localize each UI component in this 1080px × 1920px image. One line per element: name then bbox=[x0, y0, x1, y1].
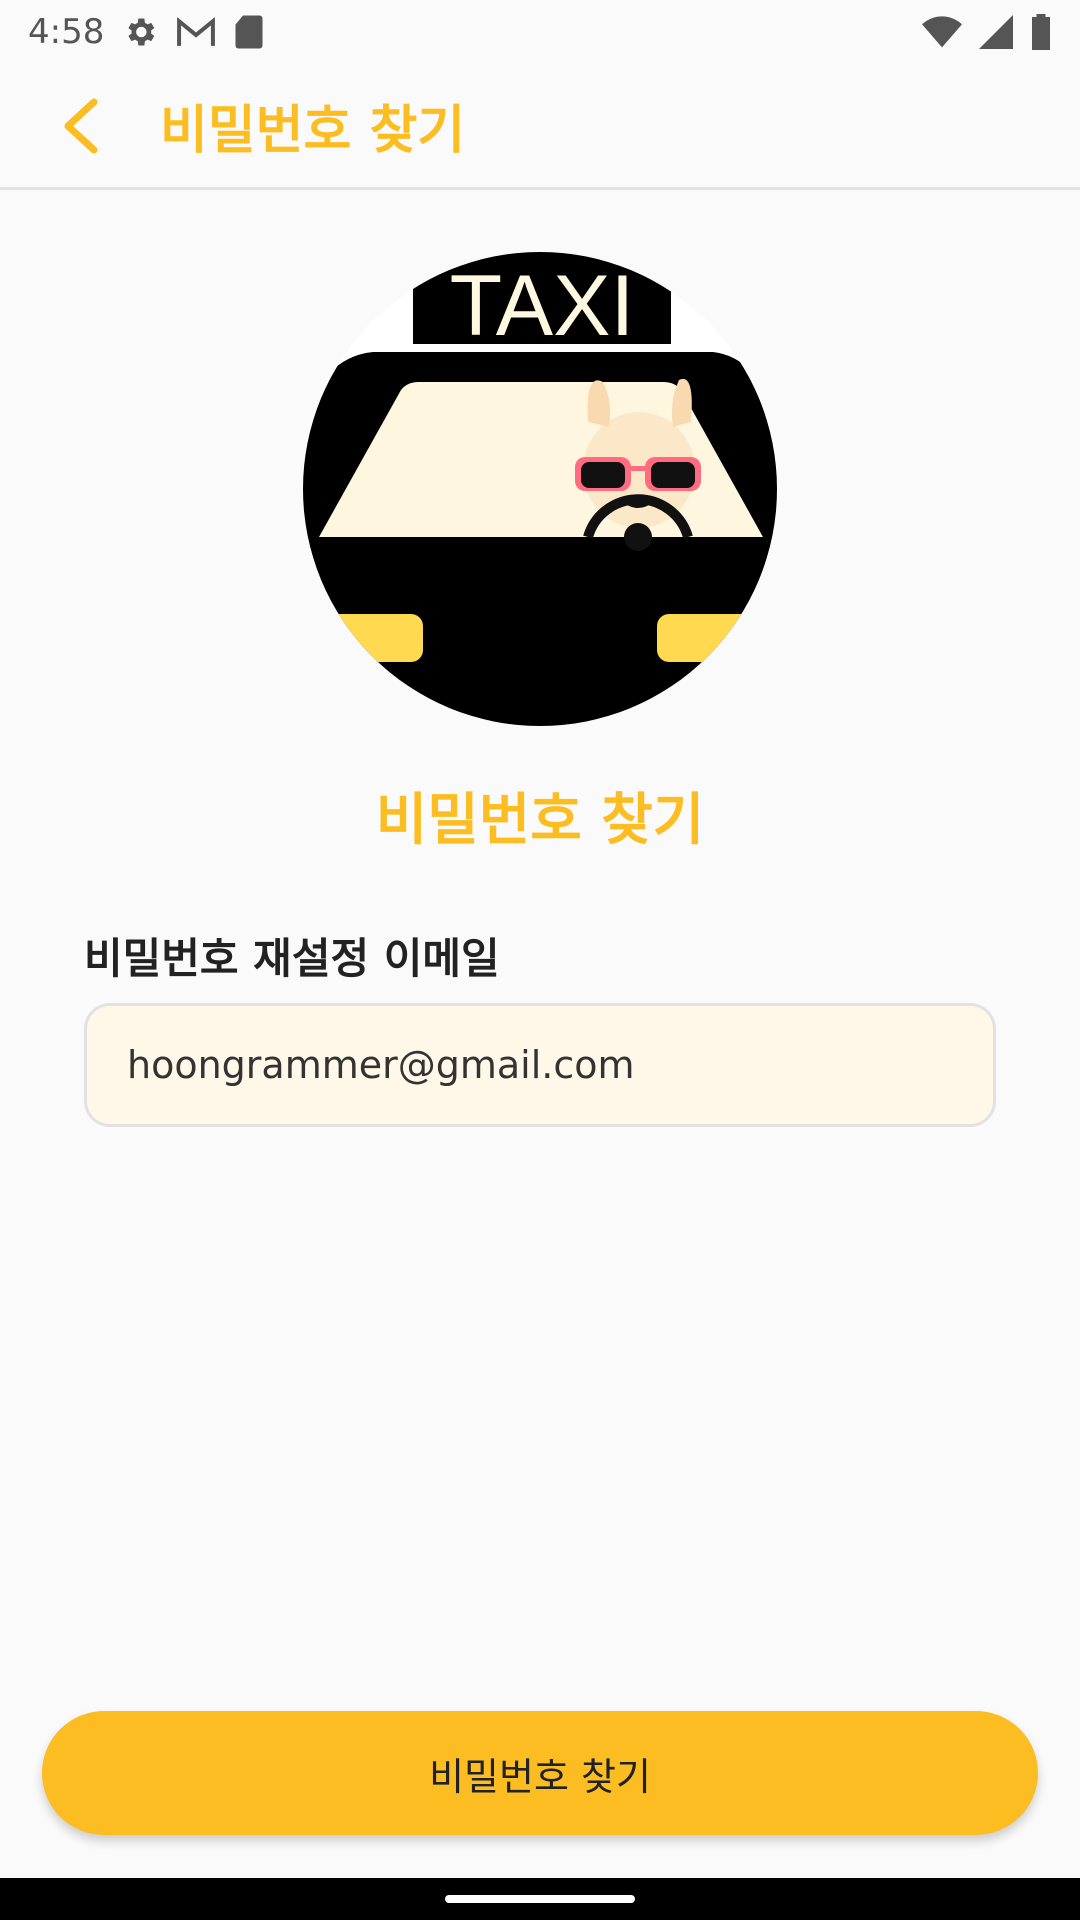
find-password-screen: 4:58 비밀번호 찾기 TAXI 비밀번호 찾기 비밀번호 재설정 이메일 h… bbox=[0, 0, 1080, 1920]
home-indicator[interactable] bbox=[445, 1895, 635, 1903]
status-bar: 4:58 bbox=[0, 0, 1080, 64]
status-time: 4:58 bbox=[28, 12, 105, 52]
taxi-sign-text: TAXI bbox=[450, 258, 635, 354]
navigation-bar bbox=[0, 1878, 1080, 1920]
battery-icon bbox=[1030, 14, 1052, 50]
find-password-button[interactable]: 비밀번호 찾기 bbox=[42, 1711, 1038, 1835]
app-bar: 비밀번호 찾기 bbox=[0, 64, 1080, 190]
gmail-icon bbox=[176, 16, 216, 48]
chevron-left-icon bbox=[64, 98, 98, 153]
email-field[interactable] bbox=[84, 1003, 996, 1127]
page-title: 비밀번호 찾기 bbox=[160, 101, 466, 161]
settings-icon bbox=[122, 14, 158, 50]
back-button[interactable] bbox=[30, 76, 130, 176]
signal-icon bbox=[978, 15, 1014, 49]
sd-card-icon bbox=[234, 14, 264, 50]
wifi-icon bbox=[922, 16, 962, 48]
taxi-logo: TAXI bbox=[303, 252, 777, 726]
email-label: 비밀번호 재설정 이메일 bbox=[84, 934, 500, 983]
section-heading: 비밀번호 찾기 bbox=[375, 788, 705, 853]
